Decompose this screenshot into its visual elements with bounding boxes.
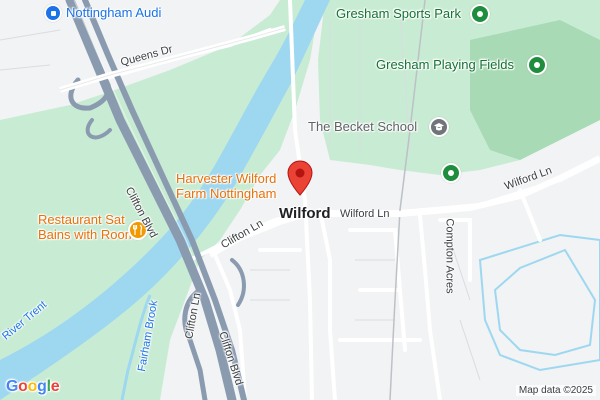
- google-logo-letter: g: [37, 378, 47, 395]
- park-icon[interactable]: [470, 4, 490, 24]
- google-logo-letter: G: [6, 378, 19, 395]
- google-logo-letter: o: [27, 378, 38, 395]
- poi-label-gresham-playing-fields[interactable]: Gresham Playing Fields: [376, 57, 514, 72]
- restaurant-line-2: Bains with Rooms: [38, 227, 143, 242]
- poi-label-nottingham-audi[interactable]: Nottingham Audi: [66, 5, 161, 20]
- place-label-wilford[interactable]: Wilford: [279, 205, 331, 222]
- location-pin-icon[interactable]: [287, 160, 313, 201]
- google-logo-letter: e: [50, 378, 60, 395]
- red-marker-glyph: [287, 160, 313, 196]
- poi-label-restaurant-sat-bains[interactable]: Restaurant Sat Bains with Rooms: [38, 212, 142, 242]
- harvester-line-2: Farm Nottingham: [176, 186, 277, 201]
- google-logo[interactable]: Google: [6, 378, 60, 396]
- park-area-south-east: [478, 233, 600, 372]
- road-label-compton-acres: Compton Acres: [443, 218, 456, 294]
- road-label-wilford-ln-1: Wilford Ln: [340, 208, 390, 220]
- school-icon[interactable]: [429, 117, 449, 137]
- poi-label-becket-school[interactable]: The Becket School: [308, 119, 417, 134]
- map-canvas[interactable]: Nottingham Audi Gresham Sports Park Gres…: [0, 0, 600, 400]
- poi-label-harvester[interactable]: Harvester Wilford Farm Nottingham: [176, 171, 276, 201]
- poi-label-gresham-sports-park[interactable]: Gresham Sports Park: [336, 6, 461, 21]
- harvester-line-1: Harvester Wilford: [176, 171, 277, 186]
- restaurant-line-1: Restaurant Sat: [38, 212, 125, 227]
- google-logo-letter: o: [18, 378, 28, 395]
- park-icon[interactable]: [527, 55, 547, 75]
- park-icon[interactable]: [441, 163, 461, 183]
- map-attribution[interactable]: Map data ©2025: [515, 385, 596, 396]
- car-icon[interactable]: [44, 4, 62, 22]
- graduation-cap-glyph: [434, 123, 444, 131]
